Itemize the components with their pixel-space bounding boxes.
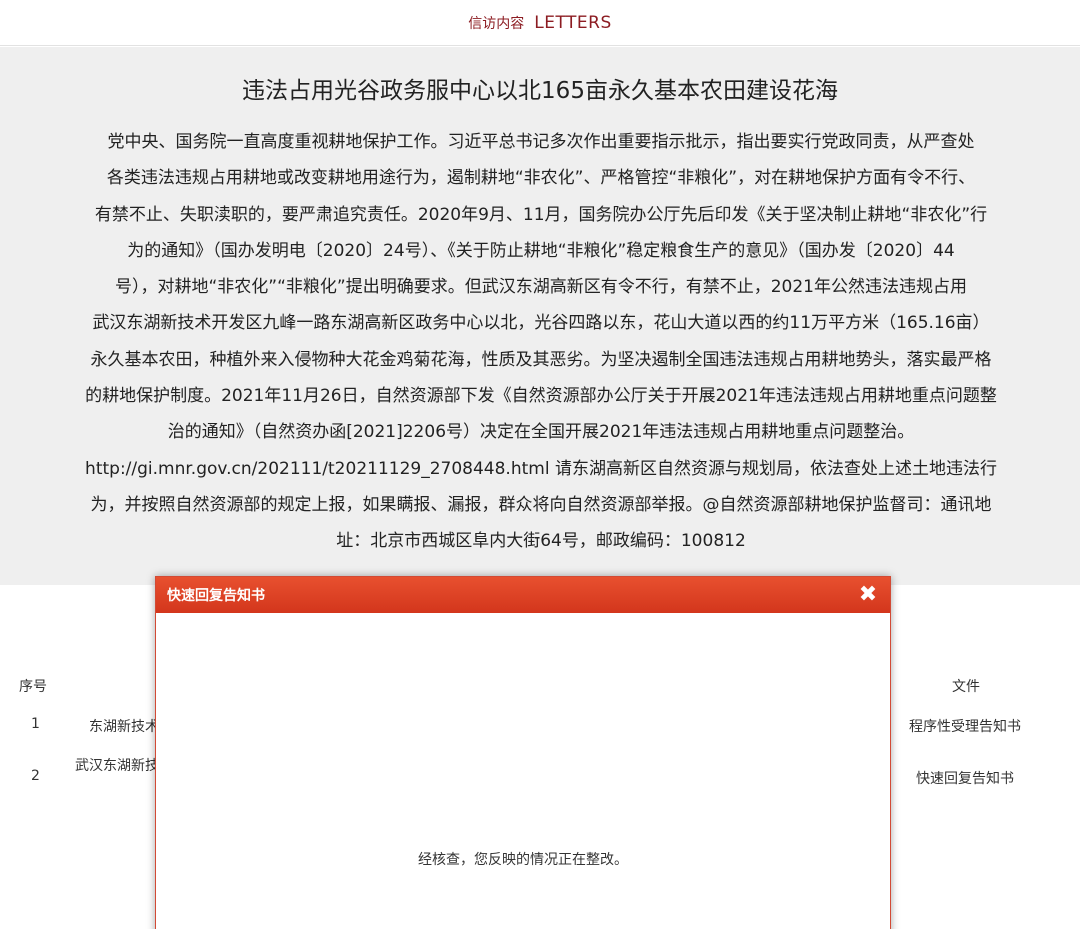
table-row-2-index: 2 [31, 768, 40, 784]
letter-body-line: 为的通知》（国办发明电〔2020〕24号）、《关于防止耕地“非粮化”稳定粮食生产… [127, 240, 955, 261]
dialog-message: 经核查，您反映的情况正在整改。 [418, 852, 628, 868]
letter-body-line: http://gi.mnr.gov.cn/202111/t20211129_27… [85, 458, 997, 479]
letter-body-line: 号），对耕地“非农化”“非粮化”提出明确要求。但武汉东湖高新区有令不行，有禁不止… [115, 277, 967, 298]
header-title-en: LETTERS [534, 12, 612, 33]
dialog-body: 经核查，您反映的情况正在整改。 [156, 613, 890, 929]
table-row-2-unit: 武汉东湖新技 [75, 758, 159, 774]
table-row-1-index: 1 [31, 716, 40, 732]
page-header: 信访内容 LETTERS [0, 0, 1080, 46]
letter-title: 违法占用光谷政务服中心以北165亩永久基本农田建设花海 [242, 78, 838, 104]
table-row-1-unit: 东湖新技术 [89, 719, 159, 735]
table-row-1-file-link[interactable]: 程序性受理告知书 [909, 716, 1021, 736]
header-title-cn: 信访内容 [468, 15, 525, 32]
table-header-file: 文件 [952, 679, 980, 695]
dialog-header: 快速回复告知书 ✖ [156, 577, 890, 613]
table-header-index: 序号 [19, 679, 47, 695]
page: 信访内容 LETTERS 违法占用光谷政务服中心以北165亩永久基本农田建设花海… [0, 0, 1080, 929]
reply-dialog: 快速回复告知书 ✖ 经核查，您反映的情况正在整改。 [155, 576, 891, 929]
letter-body-line: 党中央、国务院一直高度重视耕地保护工作。习近平总书记多次作出重要指示批示，指出要… [107, 132, 975, 152]
close-icon[interactable]: ✖ [858, 584, 878, 606]
letter-body-line: 武汉东湖新技术开发区九峰一路东湖高新区政务中心以北，光谷四路以东，花山大道以西的… [92, 313, 990, 334]
letter-panel: 违法占用光谷政务服中心以北165亩永久基本农田建设花海 党中央、国务院一直高度重… [0, 47, 1080, 585]
letter-body: 党中央、国务院一直高度重视耕地保护工作。习近平总书记多次作出重要指示批示，指出要… [26, 124, 1056, 560]
letter-body-line: 为，并按照自然资源部的规定上报，如果瞒报、漏报，群众将向自然资源部举报。@自然资… [90, 494, 992, 515]
letter-body-line: 永久基本农田，种植外来入侵物种大花金鸡菊花海，性质及其恶劣。为坚决遏制全国违法违… [90, 349, 992, 370]
letter-body-line: 治的通知》（自然资办函[2021]2206号）决定在全国开展2021年违法违规占… [167, 422, 915, 443]
letter-body-line: 有禁不止、失职渎职的，要严肃追究责任。2020年9月、11月，国务院办公厅先后印… [94, 204, 988, 225]
table-row-2-file-link[interactable]: 快速回复告知书 [916, 768, 1014, 788]
letter-body-line: 址：北京市西城区阜内大街64号，邮政编码：100812 [336, 531, 746, 552]
letter-body-line: 的耕地保护制度。2021年11月26日，自然资源部下发《自然资源部办公厅关于开展… [85, 386, 997, 407]
letter-body-line: 各类违法违规占用耕地或改变耕地用途行为，遏制耕地“非农化”、严格管控“非粮化”，… [106, 168, 976, 189]
dialog-title: 快速回复告知书 [167, 588, 265, 604]
